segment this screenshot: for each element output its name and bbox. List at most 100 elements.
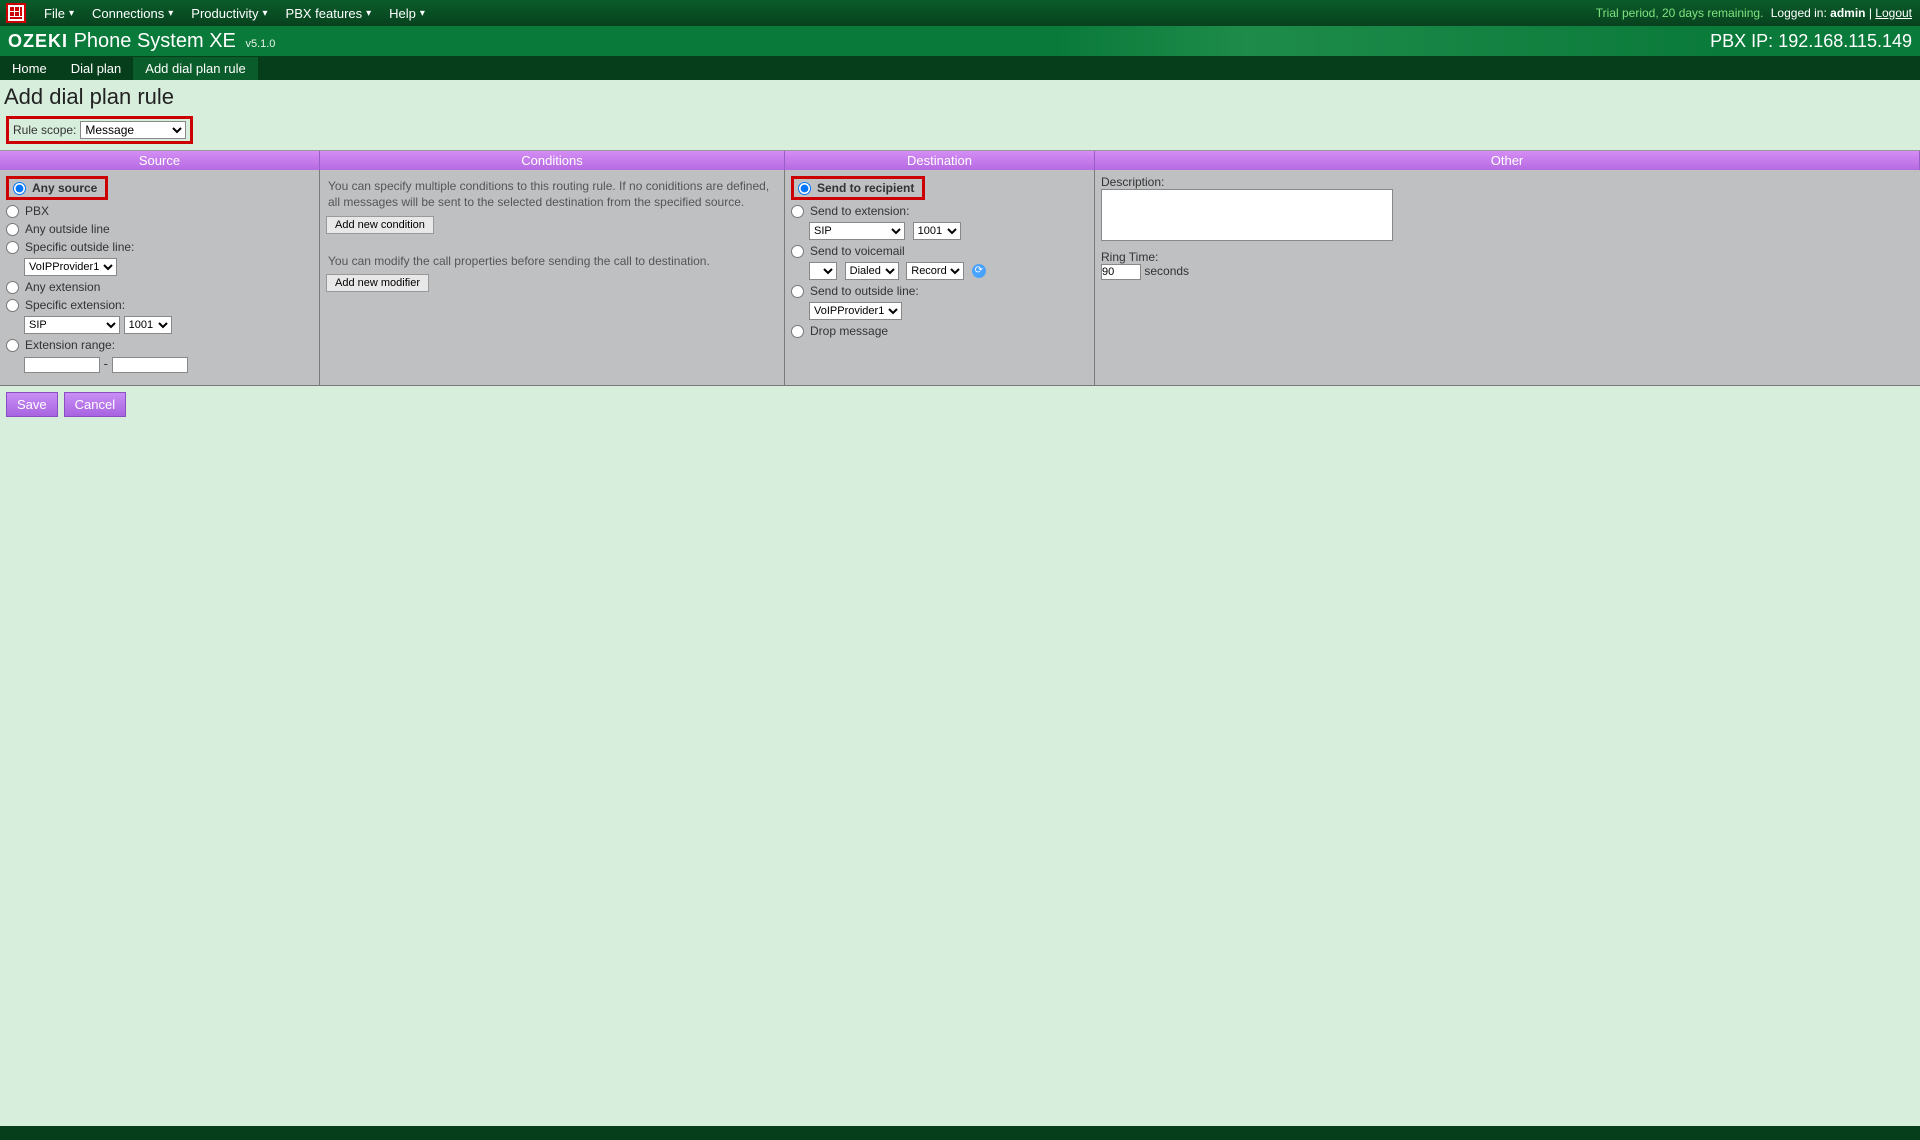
source-ext-range-row: Extension range: — [6, 336, 313, 354]
dest-send-vm-row: Send to voicemail — [791, 242, 1088, 260]
page-title: Add dial plan rule — [0, 80, 1920, 114]
crumb-dial-plan[interactable]: Dial plan — [59, 57, 134, 80]
caret-down-icon: ▾ — [366, 8, 371, 19]
app-logo-icon — [6, 3, 26, 23]
source-ext-range-label: Extension range: — [25, 338, 115, 352]
product-brand: OZEKI Phone System XE v5.1.0 — [8, 30, 275, 53]
pbx-ip-label: PBX IP: — [1710, 31, 1773, 51]
source-any-outside-row: Any outside line — [6, 220, 313, 238]
pbx-ip: PBX IP: 192.168.115.149 — [1710, 31, 1912, 52]
menu-productivity-label: Productivity — [191, 6, 258, 21]
source-specific-ext-row: Specific extension: — [6, 296, 313, 314]
conditions-help-1: You can specify multiple conditions to t… — [326, 174, 778, 216]
dest-drop-label: Drop message — [810, 324, 888, 338]
source-any-source-radio[interactable] — [13, 182, 26, 195]
dest-send-outside-label: Send to outside line: — [810, 284, 919, 298]
rule-scope-highlight: Rule scope: Message — [6, 116, 193, 144]
breadcrumb: Home Dial plan Add dial plan rule — [0, 56, 1920, 80]
caret-down-icon: ▾ — [263, 8, 268, 19]
dest-vm-select-2[interactable]: Dialed — [845, 262, 899, 280]
ring-time-input[interactable] — [1101, 264, 1141, 280]
source-specific-outside-select-row: VoIPProvider1 — [24, 256, 313, 278]
brand-rest: Phone System XE — [74, 30, 236, 52]
dest-send-recipient-row: Send to recipient — [791, 174, 1088, 202]
description-label: Description: — [1101, 175, 1164, 189]
source-any-source-label: Any source — [32, 181, 97, 195]
col-header-conditions: Conditions — [320, 151, 785, 170]
menu-help-label: Help — [389, 6, 416, 21]
bottom-bar — [0, 1126, 1920, 1140]
menu-file-label: File — [44, 6, 65, 21]
source-specific-outside-label: Specific outside line: — [25, 240, 134, 254]
dest-send-outside-radio[interactable] — [791, 285, 804, 298]
ring-time-row: Ring Time: seconds — [1101, 250, 1914, 280]
source-specific-outside-radio[interactable] — [6, 241, 19, 254]
source-any-ext-label: Any extension — [25, 280, 100, 294]
dest-drop-radio[interactable] — [791, 325, 804, 338]
ring-time-unit: seconds — [1144, 264, 1189, 278]
logout-link[interactable]: Logout — [1875, 6, 1912, 20]
dest-vm-selects: Dialed Record ⟳ — [809, 260, 1088, 282]
dest-send-ext-selects: SIP 1001 — [809, 220, 1088, 242]
save-button[interactable]: Save — [6, 392, 58, 417]
dest-send-ext-radio[interactable] — [791, 205, 804, 218]
refresh-icon[interactable]: ⟳ — [972, 264, 986, 278]
caret-down-icon: ▾ — [168, 8, 173, 19]
menu-help[interactable]: Help ▾ — [389, 6, 425, 21]
source-any-source-highlight: Any source — [6, 176, 108, 200]
menu-productivity[interactable]: Productivity ▾ — [191, 6, 267, 21]
dest-send-recipient-label: Send to recipient — [817, 181, 914, 195]
conditions-column: You can specify multiple conditions to t… — [320, 170, 785, 385]
menu-connections[interactable]: Connections▾ — [92, 6, 173, 21]
source-any-outside-label: Any outside line — [25, 222, 110, 236]
source-any-ext-radio[interactable] — [6, 281, 19, 294]
source-any-source-row: Any source — [6, 174, 313, 202]
dest-ext-num-select[interactable]: 1001 — [913, 222, 961, 240]
source-ext-num-select[interactable]: 1001 — [124, 316, 172, 334]
menu-pbx-features-label: PBX features — [286, 6, 363, 21]
dest-send-recipient-radio[interactable] — [798, 182, 811, 195]
other-column: Description: Ring Time: seconds — [1095, 170, 1920, 385]
pbx-ip-value: 192.168.115.149 — [1778, 31, 1912, 51]
dest-ext-proto-select[interactable]: SIP — [809, 222, 905, 240]
dest-send-ext-label: Send to extension: — [810, 204, 909, 218]
dest-send-outside-row: Send to outside line: — [791, 282, 1088, 300]
top-nav: File▾ Connections▾ Productivity▾ PBX fea… — [0, 0, 1920, 26]
action-buttons: Save Cancel — [0, 386, 1920, 423]
logged-in-user: admin — [1830, 6, 1865, 20]
cancel-button[interactable]: Cancel — [64, 392, 126, 417]
top-right-status: Trial period, 20 days remaining. Logged … — [1596, 6, 1912, 20]
logged-in-prefix: Logged in: — [1771, 6, 1827, 20]
crumb-add-dial-plan-rule[interactable]: Add dial plan rule — [133, 57, 257, 80]
source-specific-ext-radio[interactable] — [6, 299, 19, 312]
add-condition-button[interactable]: Add new condition — [326, 216, 434, 234]
source-pbx-radio[interactable] — [6, 205, 19, 218]
caret-down-icon: ▾ — [420, 8, 425, 19]
menu-file[interactable]: File▾ — [44, 6, 74, 21]
source-any-outside-radio[interactable] — [6, 223, 19, 236]
dest-vm-select-1[interactable] — [809, 262, 837, 280]
menu-pbx-features[interactable]: PBX features▾ — [286, 6, 372, 21]
source-ext-proto-select[interactable]: SIP — [24, 316, 120, 334]
dest-vm-select-3[interactable]: Record — [906, 262, 964, 280]
dest-send-vm-radio[interactable] — [791, 245, 804, 258]
rule-scope-select[interactable]: Message — [80, 121, 186, 139]
source-specific-outside-select[interactable]: VoIPProvider1 — [24, 258, 117, 276]
col-header-other: Other — [1095, 151, 1920, 170]
crumb-home[interactable]: Home — [0, 57, 59, 80]
title-bar: OZEKI Phone System XE v5.1.0 PBX IP: 192… — [0, 26, 1920, 56]
dest-send-ext-row: Send to extension: — [791, 202, 1088, 220]
dest-drop-row: Drop message — [791, 322, 1088, 340]
source-ext-range-radio[interactable] — [6, 339, 19, 352]
dest-outside-select[interactable]: VoIPProvider1 — [809, 302, 902, 320]
destination-column: Send to recipient Send to extension: SIP… — [785, 170, 1095, 385]
source-specific-ext-selects: SIP 1001 — [24, 314, 313, 336]
source-pbx-label: PBX — [25, 204, 49, 218]
conditions-help-2: You can modify the call properties befor… — [326, 248, 778, 270]
source-ext-range-from[interactable] — [24, 357, 100, 373]
description-textarea[interactable] — [1101, 189, 1393, 241]
source-ext-range-sep: - — [104, 356, 108, 371]
rule-columns: Source Conditions Destination Other Any … — [0, 150, 1920, 386]
add-modifier-button[interactable]: Add new modifier — [326, 274, 429, 292]
source-ext-range-to[interactable] — [112, 357, 188, 373]
